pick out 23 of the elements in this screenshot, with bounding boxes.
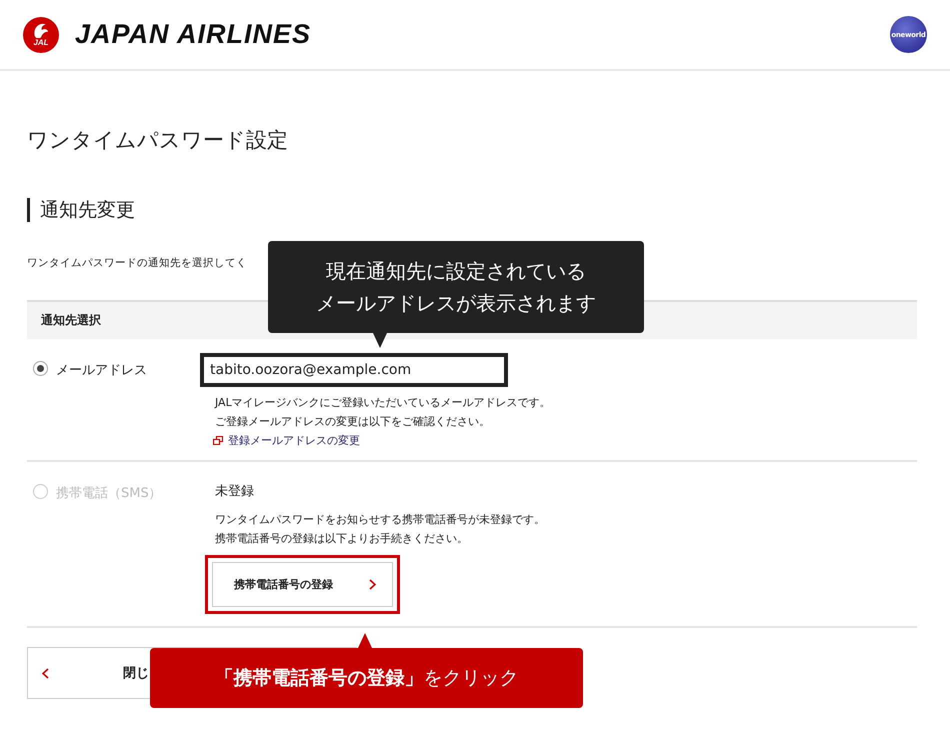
callout-pointer [373,333,387,348]
email-field[interactable]: tabito.oozora@example.com [200,353,508,387]
callout-tooltip: 現在通知先に設定されている メールアドレスが表示されます [268,241,644,333]
section-title: 通知先変更 [27,198,917,222]
note-text: JALマイレージバンクにご登録いただいているメールアドレスです。 [215,395,552,411]
logo-text: JAL [33,38,49,47]
header-label: 通知先選択 [41,313,101,327]
note-text: ご登録メールアドレスの変更は以下をご確認ください。 [215,414,491,430]
option-label[interactable]: メールアドレス [56,361,147,379]
brand-name: JAPAN AIRLINES [75,19,312,50]
note-text: ワンタイムパスワードをお知らせする携帯電話番号が未登録です。 [215,512,546,528]
crane-icon [32,22,50,38]
intro-text: ワンタイムパスワードの通知先を選択してく [27,256,248,270]
change-email-link[interactable]: 登録メールアドレスの変更 [213,433,917,448]
page-title: ワンタイムパスワード設定 [27,127,289,154]
external-window-icon [213,436,223,445]
note-text: 携帯電話番号の登録は以下よりお手続きください。 [215,531,469,547]
chevron-right-icon [369,579,376,590]
callout-pointer [358,633,372,648]
status-text: 未登録 [215,483,255,500]
callout-tooltip: 「携帯電話番号の登録」をクリック [150,648,583,708]
chevron-left-icon [42,668,49,678]
radio-button[interactable] [33,361,48,376]
